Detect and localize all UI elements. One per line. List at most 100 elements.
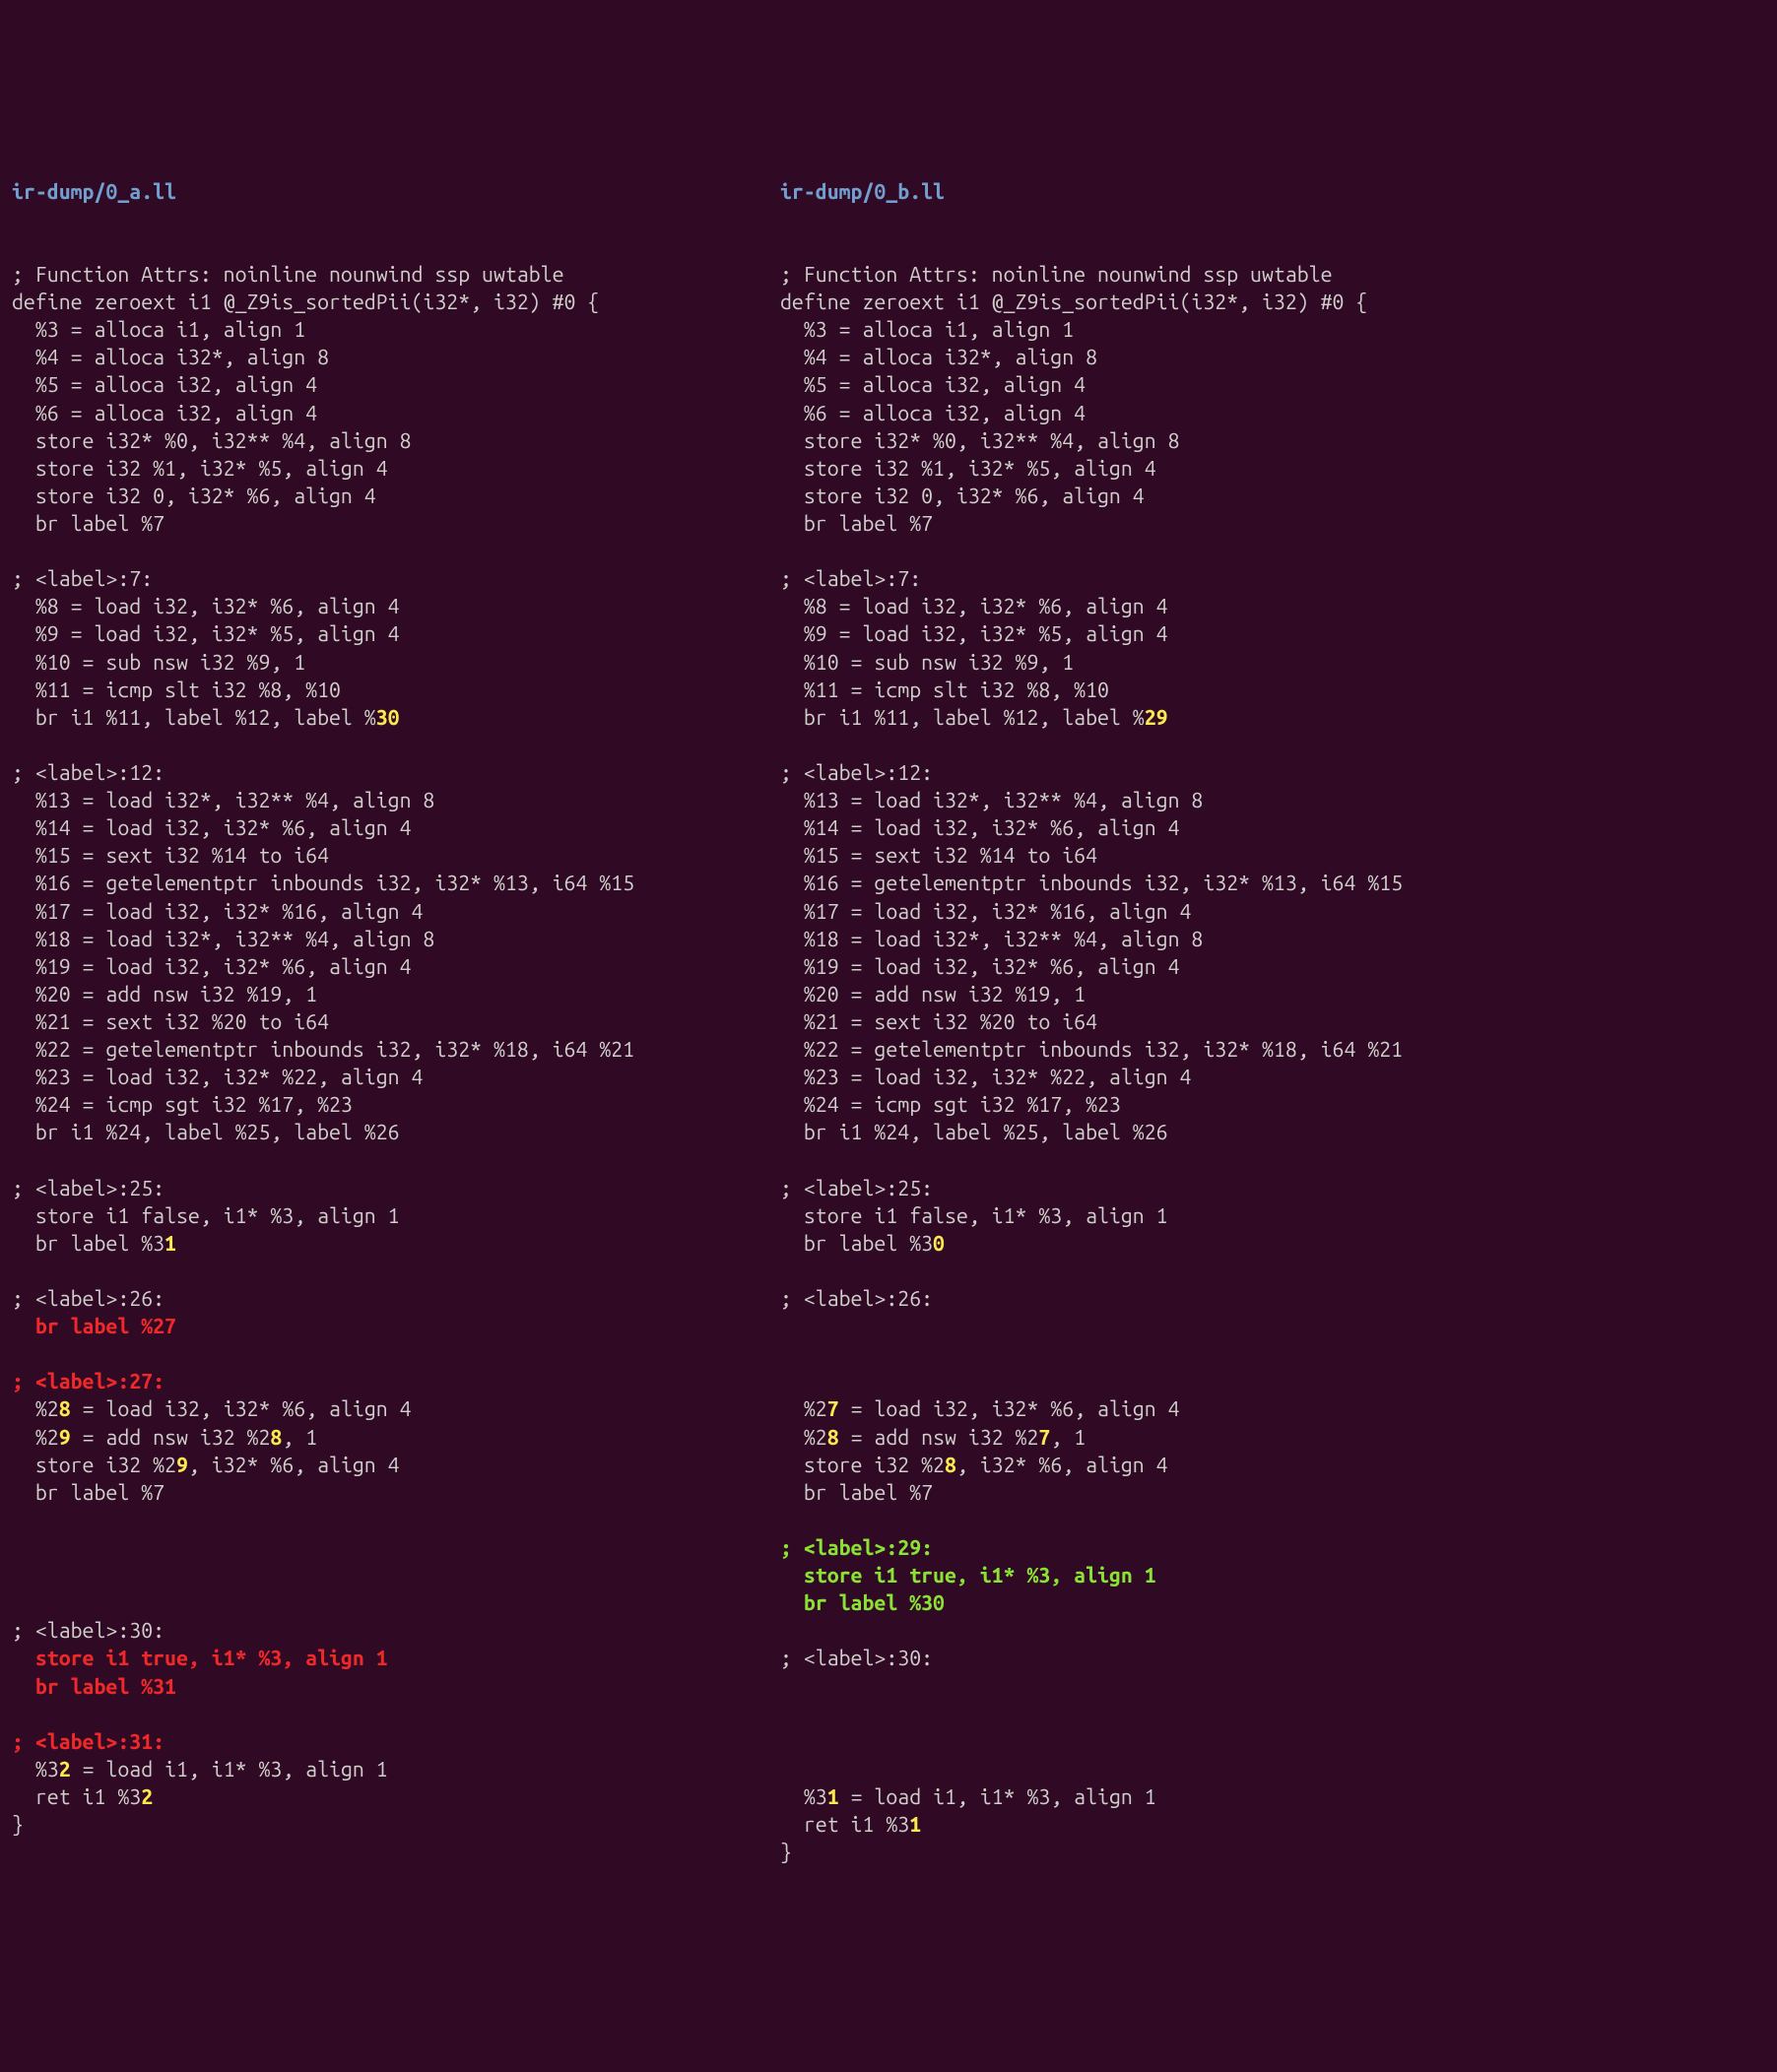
code-line: %8 = load i32, i32* %6, align 4 <box>12 593 780 620</box>
code-text: , i32* %6, align 4 <box>956 1454 1168 1477</box>
code-line: %21 = sext i32 %20 to i64 <box>780 1008 1548 1036</box>
code-line: %16 = getelementptr inbounds i32, i32* %… <box>780 870 1548 897</box>
code-line: store i1 false, i1* %3, align 1 <box>12 1202 780 1230</box>
code-line: ; <label>:27: <box>12 1368 780 1395</box>
code-line: br i1 %24, label %25, label %26 <box>780 1119 1548 1146</box>
code-text: = load i32, i32* %6, align 4 <box>71 1397 412 1421</box>
code-line: store i32 %29, i32* %6, align 4 <box>12 1452 780 1479</box>
code-line: store i1 false, i1* %3, align 1 <box>780 1202 1548 1230</box>
code-line: ; <label>:25: <box>12 1175 780 1202</box>
code-line: store i1 true, i1* %3, align 1 <box>12 1645 780 1672</box>
right-code-block: ; Function Attrs: noinline nounwind ssp … <box>780 261 1548 1866</box>
code-line: %29 = add nsw i32 %28, 1 <box>12 1424 780 1452</box>
left-code-block: ; Function Attrs: noinline nounwind ssp … <box>12 261 780 1839</box>
code-line: %14 = load i32, i32* %6, align 4 <box>12 814 780 842</box>
code-line: %27 = load i32, i32* %6, align 4 <box>780 1395 1548 1423</box>
code-line: define zeroext i1 @_Z9is_sortedPii(i32*,… <box>780 289 1548 316</box>
code-line: ret i1 %31 <box>780 1811 1548 1839</box>
code-text: = add nsw i32 %2 <box>71 1426 271 1450</box>
code-line <box>780 1368 1548 1395</box>
diff-highlight: 9 <box>59 1426 71 1450</box>
code-line: ; Function Attrs: noinline nounwind ssp … <box>780 261 1548 289</box>
code-line: ; <label>:30: <box>12 1617 780 1645</box>
code-line: br label %27 <box>12 1313 780 1340</box>
code-line: store i32 0, i32* %6, align 4 <box>780 483 1548 510</box>
code-line: %17 = load i32, i32* %16, align 4 <box>12 898 780 926</box>
code-line: %19 = load i32, i32* %6, align 4 <box>12 953 780 981</box>
code-text: %2 <box>780 1397 827 1421</box>
code-line: %21 = sext i32 %20 to i64 <box>12 1008 780 1036</box>
diff-highlight: 2 <box>59 1758 71 1781</box>
code-line: %3 = alloca i1, align 1 <box>12 316 780 344</box>
code-line: br i1 %24, label %25, label %26 <box>12 1119 780 1146</box>
code-line: br label %7 <box>780 510 1548 538</box>
code-line: %11 = icmp slt i32 %8, %10 <box>780 677 1548 704</box>
code-line <box>12 1589 780 1617</box>
diff-highlight: br label %31 <box>12 1675 176 1699</box>
code-line: ; <label>:25: <box>780 1175 1548 1202</box>
code-line: %24 = icmp sgt i32 %17, %23 <box>780 1091 1548 1119</box>
code-line: %10 = sub nsw i32 %9, 1 <box>12 649 780 677</box>
code-line <box>780 1673 1548 1701</box>
code-line: %20 = add nsw i32 %19, 1 <box>780 981 1548 1008</box>
code-text: = load i1, i1* %3, align 1 <box>839 1785 1156 1809</box>
code-line: %28 = load i32, i32* %6, align 4 <box>12 1395 780 1423</box>
diff-highlight: store i1 true, i1* %3, align 1 <box>780 1564 1156 1587</box>
code-line: br label %7 <box>780 1479 1548 1507</box>
code-line: } <box>12 1811 780 1839</box>
code-line <box>12 1701 780 1728</box>
code-line: ; <label>:26: <box>780 1285 1548 1313</box>
diff-highlight: 8 <box>827 1426 839 1450</box>
code-line: ; <label>:26: <box>12 1285 780 1313</box>
code-line <box>780 1728 1548 1756</box>
code-text: = load i32, i32* %6, align 4 <box>839 1397 1180 1421</box>
code-line <box>12 1562 780 1589</box>
code-line: store i32 0, i32* %6, align 4 <box>12 483 780 510</box>
code-line <box>12 1146 780 1174</box>
code-line: br label %7 <box>12 510 780 538</box>
diff-highlight: 9 <box>176 1454 188 1477</box>
code-line <box>12 1534 780 1562</box>
diff-container: ir-dump/0_a.ll ; Function Attrs: noinlin… <box>12 122 1765 1921</box>
code-line: br i1 %11, label %12, label %30 <box>12 704 780 732</box>
code-line: ; <label>:7: <box>12 565 780 593</box>
code-line: %11 = icmp slt i32 %8, %10 <box>12 677 780 704</box>
code-line: %5 = alloca i32, align 4 <box>12 371 780 399</box>
code-text: store i32 %2 <box>12 1454 176 1477</box>
code-text: , 1 <box>1050 1426 1086 1450</box>
code-line: store i32* %0, i32** %4, align 8 <box>12 427 780 455</box>
code-text: br label %3 <box>12 1232 165 1256</box>
code-line <box>780 1146 1548 1174</box>
code-line: %23 = load i32, i32* %22, align 4 <box>12 1064 780 1091</box>
code-text: %3 <box>12 1758 59 1781</box>
diff-highlight: ; <label>:29: <box>780 1536 933 1560</box>
code-text: %2 <box>12 1426 59 1450</box>
code-line: %13 = load i32*, i32** %4, align 8 <box>12 787 780 814</box>
diff-highlight: 8 <box>59 1397 71 1421</box>
code-line: %4 = alloca i32*, align 8 <box>12 344 780 371</box>
code-text: , i32* %6, align 4 <box>188 1454 400 1477</box>
code-line: ; <label>:7: <box>780 565 1548 593</box>
code-line: %15 = sext i32 %14 to i64 <box>12 842 780 870</box>
diff-highlight: 1 <box>909 1813 921 1837</box>
code-text: br i1 %11, label %12, label % <box>780 706 1145 730</box>
code-line: %5 = alloca i32, align 4 <box>780 371 1548 399</box>
code-line <box>780 1340 1548 1368</box>
code-line: %15 = sext i32 %14 to i64 <box>780 842 1548 870</box>
code-line: %22 = getelementptr inbounds i32, i32* %… <box>780 1036 1548 1064</box>
code-line <box>780 732 1548 759</box>
diff-highlight: 1 <box>165 1232 176 1256</box>
code-line: br i1 %11, label %12, label %29 <box>780 704 1548 732</box>
code-line <box>12 1258 780 1285</box>
code-line <box>12 1507 780 1534</box>
code-line: %10 = sub nsw i32 %9, 1 <box>780 649 1548 677</box>
code-line: %4 = alloca i32*, align 8 <box>780 344 1548 371</box>
code-line: ; Function Attrs: noinline nounwind ssp … <box>12 261 780 289</box>
code-line: %13 = load i32*, i32** %4, align 8 <box>780 787 1548 814</box>
diff-highlight: 7 <box>1038 1426 1050 1450</box>
code-line: br label %7 <box>12 1479 780 1507</box>
code-line: define zeroext i1 @_Z9is_sortedPii(i32*,… <box>12 289 780 316</box>
code-line <box>780 1756 1548 1783</box>
code-line: store i32* %0, i32** %4, align 8 <box>780 427 1548 455</box>
code-line <box>780 1701 1548 1728</box>
